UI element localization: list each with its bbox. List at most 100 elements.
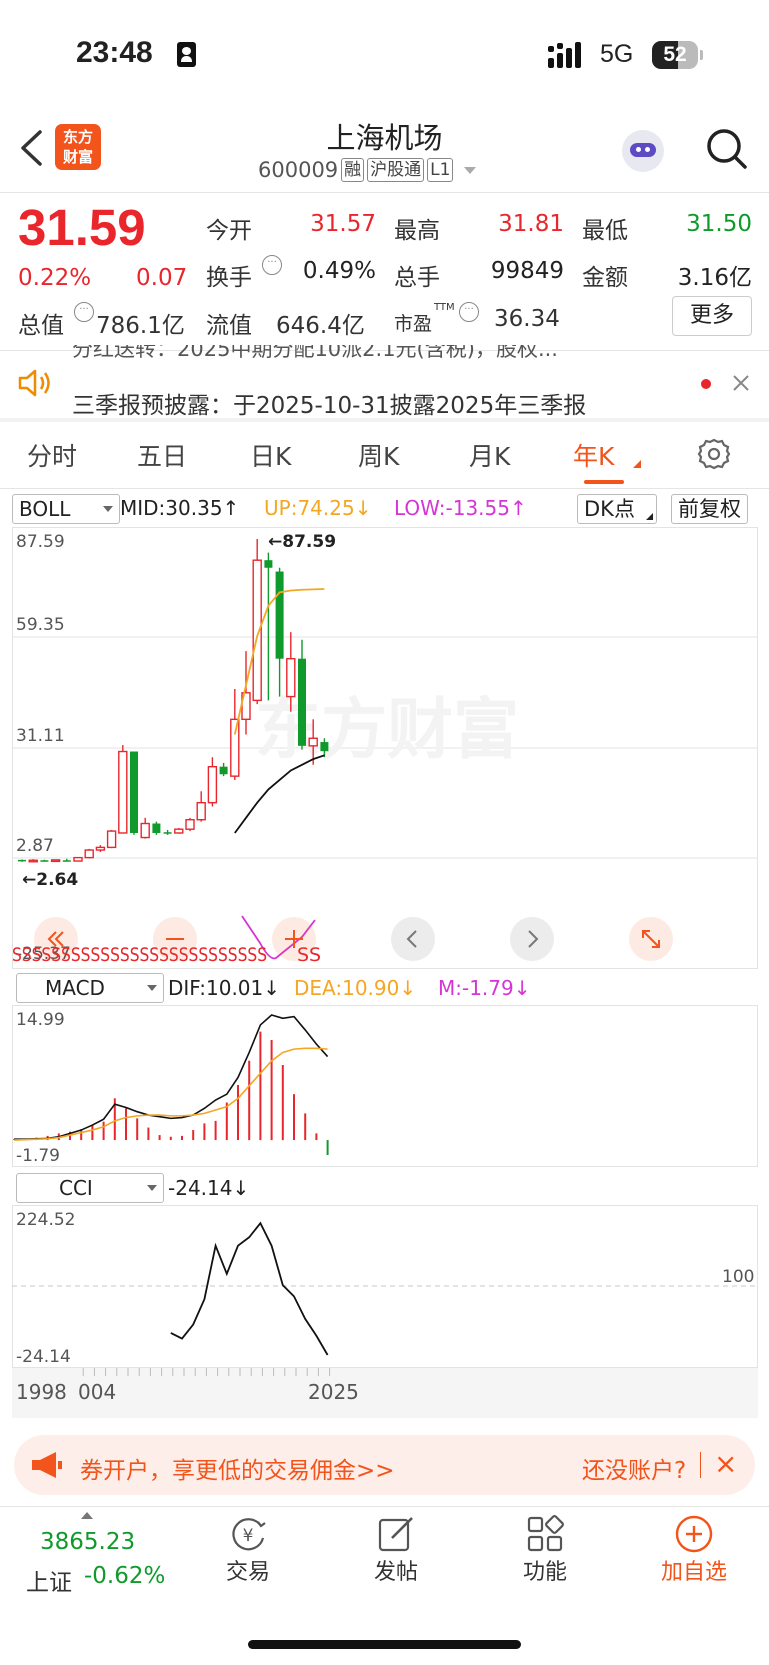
candle-body[interactable]	[275, 571, 284, 659]
kline-chart[interactable]: 东方财富 87.59 59.35 31.11 2.87 -25.37 ←87.5…	[12, 527, 758, 969]
amount-label: 金额	[582, 265, 628, 291]
chevron-down-icon	[103, 506, 113, 512]
cci-y-top: 224.52	[16, 1210, 75, 1230]
candle-body[interactable]	[163, 832, 172, 834]
candle-body[interactable]	[264, 560, 273, 568]
candle-body[interactable]	[118, 750, 128, 834]
candle-body[interactable]	[18, 859, 26, 862]
max-marker: ←87.59	[268, 532, 336, 552]
dk-point-button[interactable]: DK点	[577, 494, 657, 524]
candle-body[interactable]	[286, 657, 296, 698]
index-name[interactable]: 上证	[26, 1563, 72, 1597]
stock-subtitle[interactable]: 600009 融 沪股通 L1	[258, 158, 477, 182]
chevron-right-icon	[528, 930, 539, 948]
boll-selector[interactable]: BOLL	[12, 494, 120, 524]
cci-chart[interactable]: 224.52 -24.14 100	[12, 1205, 758, 1368]
dropdown-caret-icon[interactable]	[464, 166, 477, 174]
settings-gear-icon[interactable]	[697, 437, 731, 471]
candle-body[interactable]	[130, 751, 138, 833]
macd-label: MACD	[45, 976, 105, 1000]
adjust-button[interactable]: 前复权	[671, 494, 748, 524]
candle-body[interactable]	[62, 860, 71, 862]
min-marker: ←2.64	[22, 870, 78, 890]
nav-trade[interactable]: ¥ 交易	[208, 1514, 288, 1586]
candle-body[interactable]	[308, 737, 318, 747]
nav-post[interactable]: 发帖	[356, 1514, 436, 1586]
candle-body[interactable]	[95, 846, 106, 851]
index-value[interactable]: 3865.23	[40, 1529, 135, 1555]
x-label-mid: 004	[78, 1380, 117, 1404]
candle-body[interactable]	[174, 828, 184, 834]
nav-post-label: 发帖	[373, 1560, 418, 1585]
low-label: 最低	[582, 218, 628, 244]
banner-close-icon[interactable]: ×	[714, 1447, 737, 1480]
y-label-4: 2.87	[16, 836, 54, 856]
stock-code: 600009	[258, 158, 339, 182]
zoom-out-button[interactable]	[153, 917, 197, 961]
info-icon[interactable]: ···	[459, 302, 479, 322]
tab-five-day[interactable]: 五日	[137, 437, 187, 473]
info-icon[interactable]: ···	[74, 302, 94, 322]
zoom-in-button[interactable]	[272, 917, 316, 961]
nav-add-watchlist[interactable]: 加自选	[654, 1514, 734, 1586]
expand-icon	[642, 930, 660, 948]
plus-icon	[285, 930, 303, 948]
candle-body[interactable]	[84, 849, 94, 859]
macd-chart[interactable]: 14.99 -1.79	[12, 1005, 758, 1167]
low-value: 31.50	[686, 211, 752, 237]
high-label: 最高	[394, 218, 440, 244]
info-icon[interactable]: ···	[262, 255, 282, 275]
tag-connect: 沪股通	[367, 158, 425, 182]
candle-body[interactable]	[185, 819, 195, 830]
candle-body[interactable]	[50, 859, 61, 863]
tab-dropdown-icon[interactable]	[633, 460, 641, 468]
next-button[interactable]	[510, 917, 554, 961]
candle-body[interactable]	[320, 742, 329, 752]
pe-sup: TTM	[434, 302, 455, 313]
candle-body[interactable]	[196, 801, 206, 821]
candle-body[interactable]	[230, 718, 240, 777]
index-change[interactable]: -0.62%	[84, 1563, 165, 1589]
banner-action[interactable]: 还没账户?	[582, 1451, 686, 1485]
tab-month-k[interactable]: 月K	[469, 437, 510, 473]
search-icon[interactable]	[705, 127, 749, 171]
candle-body[interactable]	[106, 830, 117, 849]
edit-icon	[378, 1517, 413, 1552]
candle-body[interactable]	[219, 766, 228, 775]
tab-year-k[interactable]: 年K	[573, 437, 614, 473]
candle-body[interactable]	[73, 856, 83, 862]
candle-body[interactable]	[152, 823, 161, 833]
chevron-left-icon	[406, 930, 417, 948]
y-label-3: 31.11	[16, 726, 65, 746]
notice-dividend[interactable]: 分红送转：2025中期分配10派2.1元(含税)，股权...	[72, 345, 692, 361]
tab-timeshare[interactable]: 分时	[27, 437, 77, 473]
macd-selector[interactable]: MACD	[16, 973, 164, 1003]
lock-icon	[177, 42, 196, 67]
boll-mid: MID:30.35↑	[120, 496, 240, 520]
robot-assistant-icon[interactable]	[622, 130, 664, 172]
svg-text:¥: ¥	[243, 1526, 254, 1546]
fast-back-button[interactable]	[34, 917, 78, 961]
cci-line	[170, 1221, 329, 1356]
banner-text[interactable]: 券开户，享更低的交易佣金>>	[80, 1451, 395, 1485]
home-indicator	[248, 1640, 521, 1649]
prev-button[interactable]	[391, 917, 435, 961]
fullscreen-button[interactable]	[629, 917, 673, 961]
notice-text[interactable]: 三季报预披露：于2025-10-31披露2025年三季报	[72, 386, 586, 420]
boll-low: LOW:-13.55↑	[394, 496, 527, 520]
open-label: 今开	[206, 218, 252, 244]
cci-selector[interactable]: CCI	[16, 1173, 164, 1203]
change-percent: 0.22%	[18, 265, 92, 291]
more-button[interactable]: 更多	[672, 296, 752, 336]
tab-day-k[interactable]: 日K	[250, 437, 291, 473]
candle-body[interactable]	[40, 860, 49, 862]
candle-body[interactable]	[28, 859, 38, 863]
candle-body[interactable]	[298, 658, 306, 746]
nav-func[interactable]: 功能	[505, 1514, 585, 1586]
trade-yen-icon: ¥	[232, 1518, 266, 1551]
float-value: 646.4亿	[276, 313, 365, 339]
tab-week-k[interactable]: 周K	[358, 437, 399, 473]
candle-body[interactable]	[140, 822, 150, 839]
close-icon[interactable]	[732, 374, 750, 392]
candle-body[interactable]	[207, 765, 218, 804]
